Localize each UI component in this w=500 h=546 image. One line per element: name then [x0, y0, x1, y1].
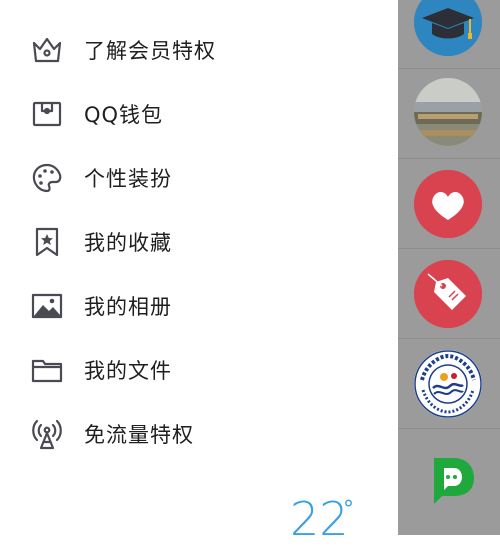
menu-item-vip-privileges[interactable]: 了解会员特权: [0, 18, 398, 82]
list-item[interactable]: [398, 428, 500, 518]
weather-temperature[interactable]: 22: [290, 496, 349, 542]
list-item[interactable]: [398, 158, 500, 249]
image-icon: [30, 289, 64, 323]
bookmark-star-icon: [30, 225, 64, 259]
menu-item-label: 我的收藏: [84, 231, 172, 255]
menu-item-label: QQ钱包: [84, 103, 164, 127]
palette-icon: [30, 161, 64, 195]
menu-item-personalize[interactable]: 个性装扮: [0, 146, 398, 210]
graduation-cap-avatar: [414, 0, 482, 56]
menu-item-favorites[interactable]: 我的收藏: [0, 210, 398, 274]
list-item[interactable]: [398, 248, 500, 339]
weather-degree-unit: °: [343, 497, 354, 522]
list-item[interactable]: [398, 0, 500, 69]
broadcast-tower-icon: [30, 417, 64, 451]
conversation-list-dimmed[interactable]: [398, 0, 500, 535]
menu-item-free-data[interactable]: 免流量特权: [0, 402, 398, 466]
chat-bubble-avatar: [414, 446, 482, 514]
list-item[interactable]: [398, 68, 500, 159]
menu-item-label: 了解会员特权: [84, 39, 216, 63]
crown-icon: [30, 33, 64, 67]
menu-item-albums[interactable]: 我的相册: [0, 274, 398, 338]
side-drawer: 了解会员特权 QQ钱包 个性装扮 我的收藏 我的相册 我的文件 免流量特权 22…: [0, 0, 398, 542]
wallet-icon: [30, 97, 64, 131]
menu-item-label: 免流量特权: [84, 423, 194, 447]
menu-item-qq-wallet[interactable]: QQ钱包: [0, 82, 398, 146]
menu-item-label: 我的文件: [84, 359, 172, 383]
heart-avatar: [414, 170, 482, 238]
price-tag-avatar: [414, 260, 482, 328]
menu-item-files[interactable]: 我的文件: [0, 338, 398, 402]
scenery-photo-avatar: [414, 78, 482, 146]
list-item[interactable]: [398, 338, 500, 429]
university-logo-avatar: [414, 350, 482, 418]
menu-item-label: 个性装扮: [84, 167, 172, 191]
folder-icon: [30, 353, 64, 387]
menu-item-label: 我的相册: [84, 295, 172, 319]
